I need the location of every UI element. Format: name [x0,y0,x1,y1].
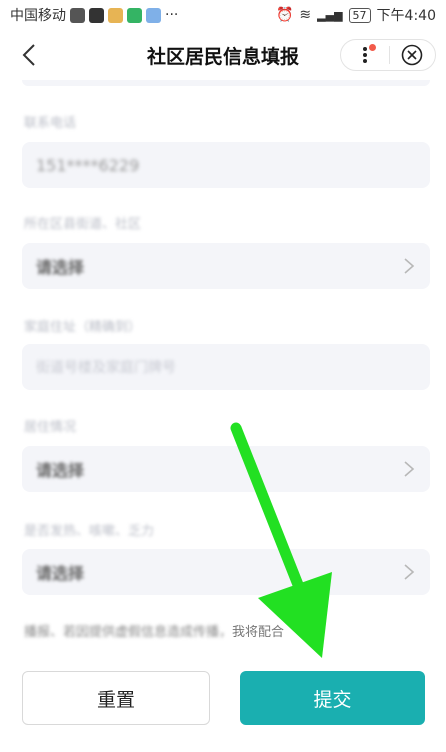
alarm-icon: ⏰ [275,7,294,23]
field-label-living: 居住情况 [24,420,77,435]
form-content: 联系电话 151****6229 所在区县街道、社区 请选择 家庭住址（精确到）… [0,80,446,660]
district-select[interactable]: 请选择 [22,243,430,289]
chevron-right-icon [404,461,415,477]
notification-dot [368,44,376,51]
battery-icon: 57 [348,7,371,23]
district-select-value: 请选择 [36,258,85,277]
phone-value: 151****6229 [36,155,140,175]
submit-button[interactable]: 提交 [240,671,425,725]
mini-program-capsule [340,39,436,71]
field-label-address: 家庭住址（精确到） [24,320,142,335]
chevron-right-icon [404,258,415,274]
phone-field[interactable]: 151****6229 [22,142,430,188]
living-select-value: 请选择 [36,461,85,480]
living-status-select[interactable]: 请选择 [22,446,430,492]
chevron-right-icon [404,564,415,580]
consent-blurred-text: 播报、若因提供虚假信息造成传播， [24,625,233,640]
symptoms-select-value: 请选择 [36,564,85,583]
nav-bar: 社区居民信息填报 [0,30,446,80]
wifi-icon: ≋ [299,7,312,23]
play-store-icon [127,7,142,23]
more-notifications-icon: ··· [165,7,179,23]
back-chevron-icon[interactable] [18,42,44,68]
status-bar: 中国移动 ··· ⏰ ≋ ▂▄▆ 57 下午4:40 [0,0,446,30]
close-button[interactable] [389,40,435,70]
field-label-phone: 联系电话 [24,116,77,131]
consent-text: 播报、若因提供虚假信息造成传播，我将配合 [24,621,284,640]
field-label-symptoms: 是否发热、咳嗽、乏力 [24,524,155,539]
more-button[interactable] [341,40,389,70]
app-notification-icon [146,7,161,23]
symptoms-select[interactable]: 请选择 [22,549,430,595]
field-label-district: 所在区县街道、社区 [24,217,142,232]
address-field[interactable]: 街道号楼及家庭门牌号 [22,344,430,390]
status-left: 中国移动 ··· [10,5,178,25]
reset-button[interactable]: 重置 [22,671,210,725]
app-notification-icon [70,7,85,23]
previous-field[interactable] [22,80,430,86]
bottom-action-bar: 重置 提交 [0,660,446,752]
status-right: ⏰ ≋ ▂▄▆ 57 下午4:40 [276,5,436,25]
consent-visible-text: 我将配合 [232,625,285,640]
carrier-label: 中国移动 [10,8,66,24]
address-placeholder: 街道号楼及家庭门牌号 [36,360,176,376]
app-notification-icon [89,7,104,23]
clock: 下午4:40 [376,8,436,24]
close-circle-icon [401,44,423,66]
more-dots-icon [362,47,367,63]
app-notification-icon [108,7,123,23]
signal-icon: ▂▄▆ [317,8,343,22]
